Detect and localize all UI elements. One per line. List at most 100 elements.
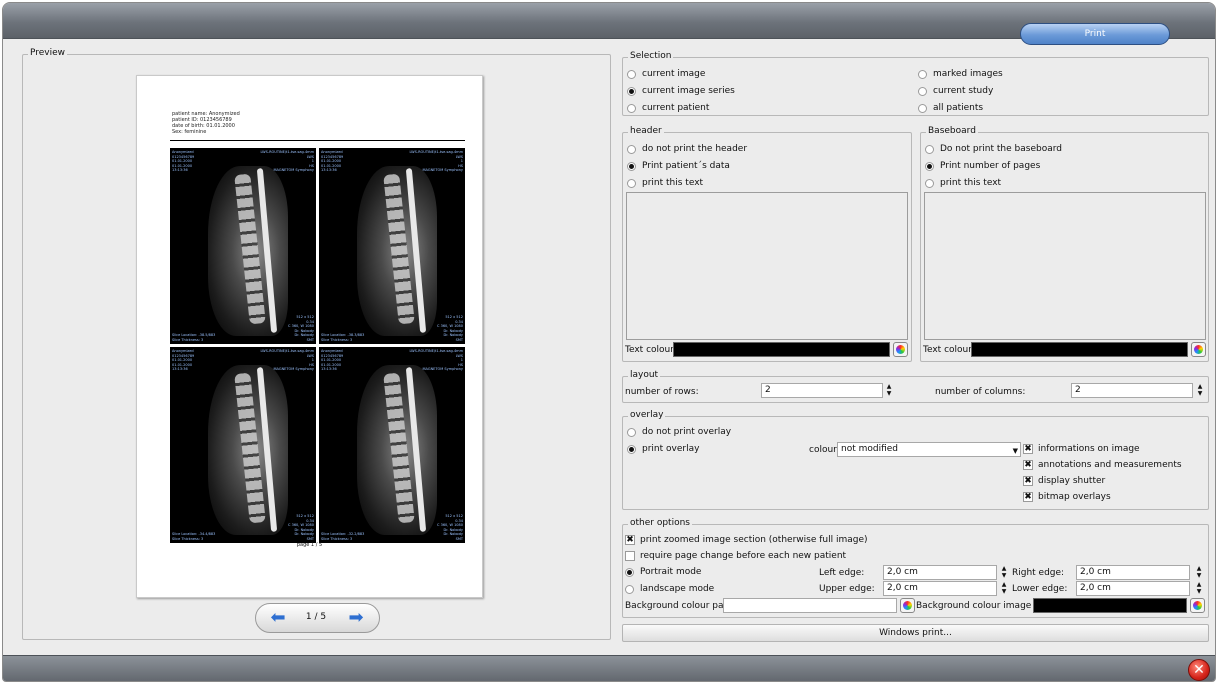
option-current-study[interactable]: current study bbox=[918, 84, 993, 98]
overlay-text: MAGNETOM Symphony bbox=[273, 168, 315, 172]
radio-print-page-count[interactable] bbox=[925, 161, 934, 171]
overlay-text: C 360, W 1080 bbox=[288, 523, 314, 527]
left-edge-input[interactable]: 2,0 cm bbox=[883, 565, 997, 580]
radio-current-image-series[interactable] bbox=[627, 86, 636, 96]
header-divider bbox=[170, 140, 465, 141]
lower-edge-label: Lower edge: bbox=[1012, 584, 1068, 594]
preview-image-tile: Anonymized 0123456789 01.01.2000 01.01.2000… bbox=[170, 148, 316, 344]
checkbox-informations[interactable]: ✖ bbox=[1023, 444, 1033, 454]
check-informations[interactable]: ✖ informations on image bbox=[1023, 442, 1140, 456]
bg-box-swatch[interactable] bbox=[1033, 598, 1187, 613]
radio-no-baseboard[interactable] bbox=[925, 144, 934, 154]
baseboard-text-area[interactable] bbox=[924, 192, 1206, 340]
radio-landscape[interactable] bbox=[625, 584, 634, 594]
checkbox-display-shutter[interactable]: ✖ bbox=[1023, 476, 1033, 486]
checkbox-page-change[interactable] bbox=[625, 551, 635, 561]
close-icon[interactable]: ✕ bbox=[1188, 659, 1210, 681]
bg-page-swatch[interactable] bbox=[723, 598, 897, 613]
radio-all-patients[interactable] bbox=[918, 103, 927, 113]
left-edge-spinner-icon[interactable]: ▲ ▼ bbox=[999, 565, 1009, 580]
radio-header-text[interactable] bbox=[627, 178, 636, 188]
radio-portrait[interactable] bbox=[625, 567, 634, 577]
upper-edge-spinner-icon[interactable]: ▲ ▼ bbox=[999, 581, 1009, 596]
columns-spinner-icon[interactable]: ▲ ▼ bbox=[1195, 383, 1205, 398]
overlay-top-right: LWS-ROUTINE/t1-tse-sag-4mm LWS 1 HS MAGNETOM… bbox=[410, 150, 463, 173]
columns-input[interactable]: 2 bbox=[1071, 383, 1193, 398]
radio-current-patient[interactable] bbox=[627, 103, 636, 113]
overlay-text: 13:13:36 bbox=[321, 168, 337, 172]
check-bitmap-overlays[interactable]: ✖ bitmap overlays bbox=[1023, 490, 1111, 504]
radio-no-header[interactable] bbox=[627, 144, 636, 154]
option-print-page-count[interactable]: Print number of pages bbox=[925, 159, 1040, 173]
other-options-group: other options ✖ print zoomed image sectio… bbox=[622, 518, 1209, 618]
check-zoomed-section[interactable]: ✖ print zoomed image section (otherwise f… bbox=[625, 533, 868, 547]
lower-edge-spinner-icon[interactable]: ▲ ▼ bbox=[1194, 581, 1204, 596]
radio-no-overlay[interactable] bbox=[627, 427, 636, 437]
patient-sex-line: Sex: feminine bbox=[172, 129, 207, 135]
selection-legend: Selection bbox=[628, 51, 674, 61]
option-current-image[interactable]: current image bbox=[627, 67, 705, 81]
radio-current-study[interactable] bbox=[918, 86, 927, 96]
colour-wheel-icon[interactable] bbox=[1191, 342, 1206, 357]
radio-marked-images[interactable] bbox=[918, 69, 927, 79]
radio-print-patient-data[interactable] bbox=[627, 161, 636, 171]
radio-print-overlay[interactable] bbox=[627, 444, 636, 454]
checkbox-zoomed-section[interactable]: ✖ bbox=[625, 535, 635, 545]
overlay-top-right: LWS-ROUTINE/t1-tse-sag-4mm LWS 1 HS MAGNETOM… bbox=[261, 150, 314, 173]
header-text-colour-swatch[interactable] bbox=[673, 342, 890, 357]
baseboard-text-colour-label: Text colour: bbox=[923, 345, 975, 355]
option-header-text[interactable]: print this text bbox=[627, 176, 703, 190]
option-baseboard-text[interactable]: print this text bbox=[925, 176, 1001, 190]
option-current-image-series[interactable]: current image series bbox=[627, 84, 735, 98]
rows-spinner-icon[interactable]: ▲ ▼ bbox=[884, 383, 894, 398]
lower-edge-input[interactable]: 2,0 cm bbox=[1076, 581, 1190, 596]
overlay-text: SMT bbox=[455, 536, 463, 541]
label-print-page-count: Print number of pages bbox=[940, 161, 1041, 171]
check-page-change[interactable]: require page change before each new pati… bbox=[625, 549, 846, 563]
overlay-text: LWS-ROUTINE/t1-tse-sag-4mm bbox=[409, 349, 463, 353]
windows-print-button[interactable]: Windows print... bbox=[622, 624, 1209, 642]
overlay-text: SMT bbox=[306, 536, 314, 541]
page-indicator: 1 / 5 bbox=[305, 612, 327, 622]
option-marked-images[interactable]: marked images bbox=[918, 67, 1003, 81]
option-print-overlay[interactable]: print overlay bbox=[627, 442, 699, 456]
radio-current-image[interactable] bbox=[627, 69, 636, 79]
label-current-image-series: current image series bbox=[642, 86, 735, 96]
right-edge-spinner-icon[interactable]: ▲ ▼ bbox=[1194, 565, 1204, 580]
overlay-top-left: Anonymized 0123456789 01.01.2000 01.01.2000… bbox=[321, 150, 343, 173]
option-current-patient[interactable]: current patient bbox=[627, 101, 709, 115]
overlay-bottom-right: 512 x 512 0.34 C 360, W 1080 Dr. Nobody Dr. … bbox=[288, 514, 314, 541]
label-page-change: require page change before each new pati… bbox=[640, 551, 847, 561]
next-page-icon[interactable]: ➡ bbox=[346, 608, 366, 628]
checkbox-bitmap-overlays[interactable]: ✖ bbox=[1023, 492, 1033, 502]
label-no-baseboard: Do not print the baseboard bbox=[940, 144, 1062, 154]
left-edge-label: Left edge: bbox=[819, 568, 865, 578]
option-no-header[interactable]: do not print the header bbox=[627, 142, 747, 156]
overlay-text: Slice Thickness: 3 bbox=[172, 536, 204, 541]
check-annotations[interactable]: ✖ annotations and measurements bbox=[1023, 458, 1182, 472]
option-landscape[interactable]: landscape mode bbox=[625, 582, 714, 596]
option-no-baseboard[interactable]: Do not print the baseboard bbox=[925, 142, 1062, 156]
option-portrait[interactable]: Portrait mode bbox=[625, 565, 701, 579]
print-button[interactable]: Print bbox=[1020, 23, 1170, 45]
right-edge-input[interactable]: 2,0 cm bbox=[1076, 565, 1190, 580]
radio-baseboard-text[interactable] bbox=[925, 178, 934, 188]
colour-wheel-icon[interactable] bbox=[893, 342, 908, 357]
baseboard-group: Baseboard Do not print the baseboard Pri… bbox=[920, 126, 1209, 362]
check-display-shutter[interactable]: ✖ display shutter bbox=[1023, 474, 1105, 488]
rows-input[interactable]: 2 bbox=[761, 383, 883, 398]
option-print-patient-data[interactable]: Print patient´s data bbox=[627, 159, 730, 173]
checkbox-annotations[interactable]: ✖ bbox=[1023, 460, 1033, 470]
upper-edge-input[interactable]: 2,0 cm bbox=[883, 581, 997, 596]
overlay-text: Slice Thickness: 3 bbox=[321, 337, 353, 342]
colour-wheel-icon[interactable] bbox=[1190, 598, 1205, 613]
previous-page-icon[interactable]: ⬅ bbox=[268, 608, 288, 628]
option-no-overlay[interactable]: do not print overlay bbox=[627, 425, 731, 439]
overlay-colour-select[interactable]: not modified ▼ bbox=[837, 442, 1021, 457]
colour-wheel-icon[interactable] bbox=[900, 598, 915, 613]
other-options-legend: other options bbox=[628, 518, 692, 528]
baseboard-text-colour-swatch[interactable] bbox=[971, 342, 1188, 357]
header-text-area[interactable] bbox=[626, 192, 908, 340]
option-all-patients[interactable]: all patients bbox=[918, 101, 983, 115]
chevron-down-icon: ▼ bbox=[1012, 447, 1018, 455]
